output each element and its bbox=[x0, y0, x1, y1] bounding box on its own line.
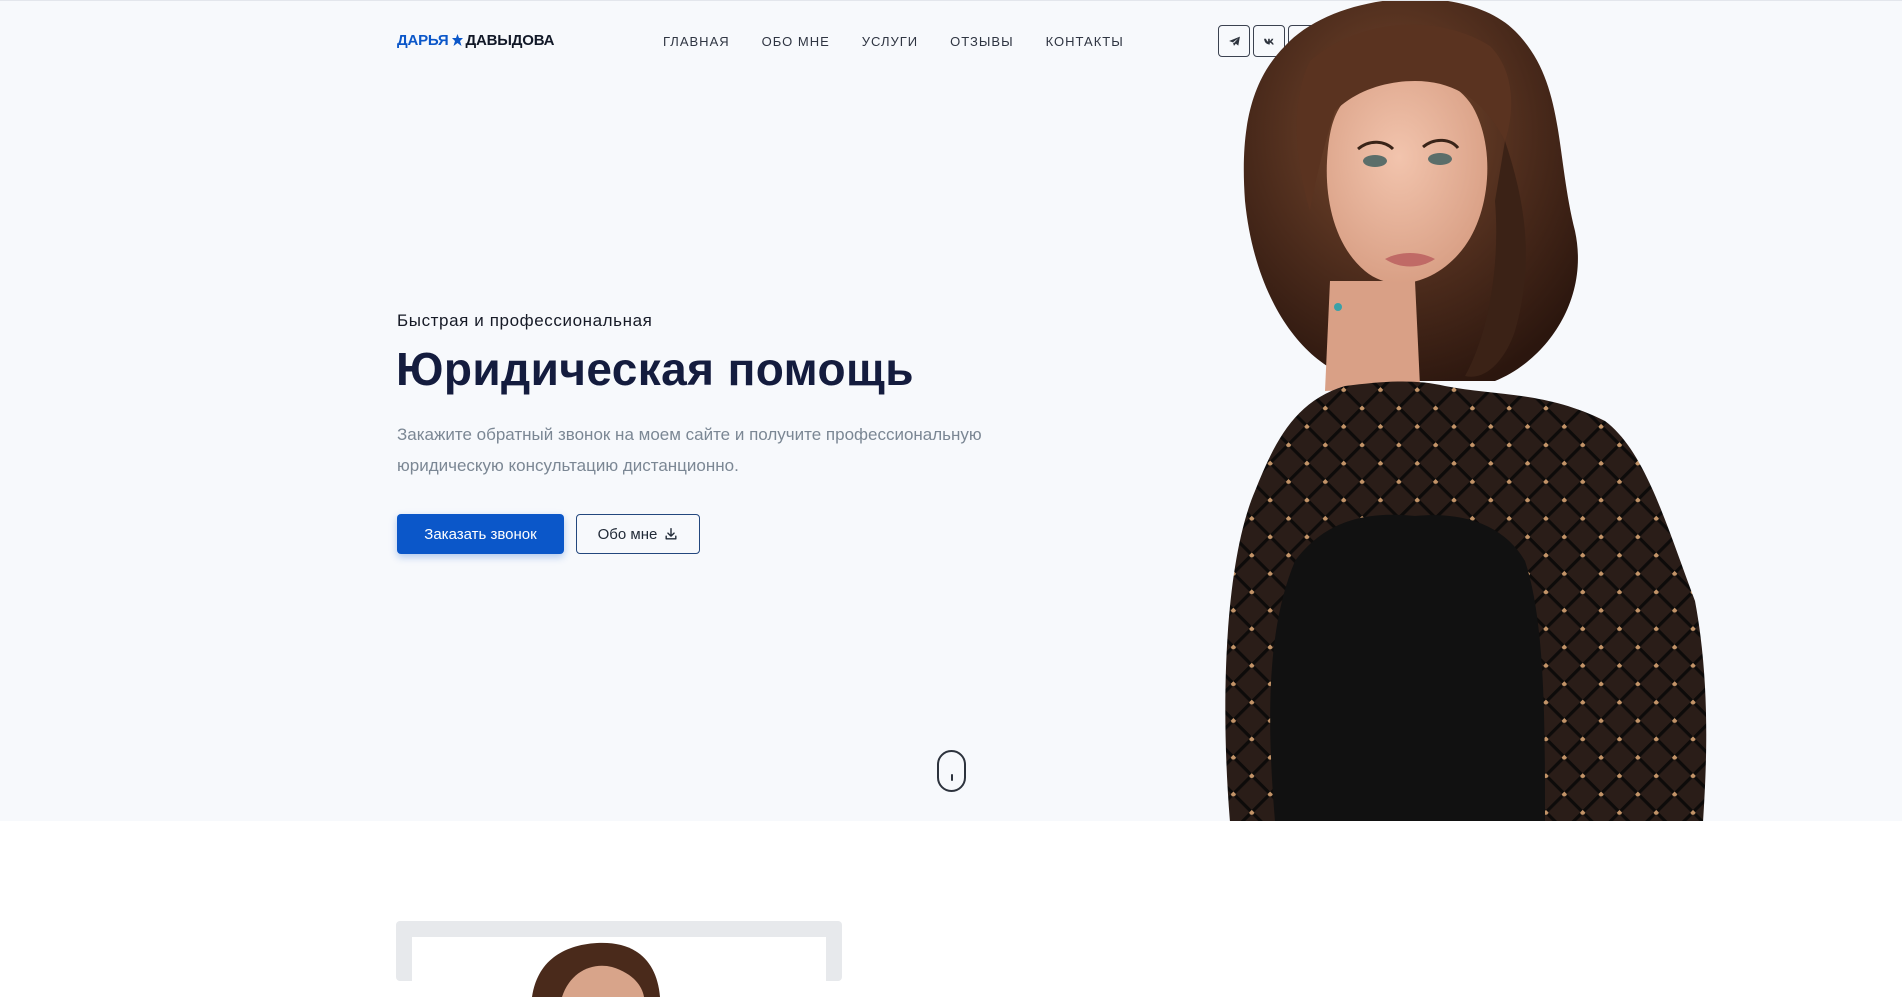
hero-kicker: Быстрая и профессиональная bbox=[397, 311, 653, 330]
logo-last-name: ДАВЫДОВА bbox=[465, 32, 555, 49]
hero-lead-text: Закажите обратный звонок на моем сайте и… bbox=[397, 425, 982, 475]
nav-item-contacts[interactable]: КОНТАКТЫ bbox=[1046, 34, 1124, 49]
hero-section: ДАРЬЯ ДАВЫДОВА ГЛАВНАЯ ОБО МНЕ УСЛУГИ ОТ… bbox=[0, 0, 1902, 821]
hero-title: Юридическая помощь bbox=[396, 343, 914, 395]
nav-item-reviews[interactable]: ОТЗЫВЫ bbox=[950, 34, 1013, 49]
order-call-button-label: Заказать звонок bbox=[424, 525, 537, 543]
about-photo-card bbox=[396, 921, 842, 997]
about-me-button[interactable]: Обо мне bbox=[576, 514, 700, 554]
order-call-button[interactable]: Заказать звонок bbox=[397, 514, 564, 554]
about-me-button-label: Обо мне bbox=[597, 525, 658, 543]
about-portrait-image bbox=[412, 937, 826, 997]
hero-portrait-image bbox=[1225, 1, 1707, 821]
logo-first-name: ДАРЬЯ bbox=[397, 32, 449, 49]
download-icon bbox=[665, 528, 677, 540]
logo[interactable]: ДАРЬЯ ДАВЫДОВА bbox=[397, 32, 554, 49]
about-photo-frame bbox=[412, 937, 826, 997]
nav-item-services[interactable]: УСЛУГИ bbox=[862, 34, 918, 49]
mouse-scroll-wheel bbox=[950, 774, 953, 781]
nav-item-home[interactable]: ГЛАВНАЯ bbox=[663, 34, 730, 49]
logo-mark-icon bbox=[451, 33, 463, 46]
mouse-scroll-icon[interactable] bbox=[937, 750, 966, 792]
main-nav: ГЛАВНАЯ ОБО МНЕ УСЛУГИ ОТЗЫВЫ КОНТАКТЫ bbox=[663, 34, 1124, 49]
nav-item-about[interactable]: ОБО МНЕ bbox=[762, 34, 830, 49]
